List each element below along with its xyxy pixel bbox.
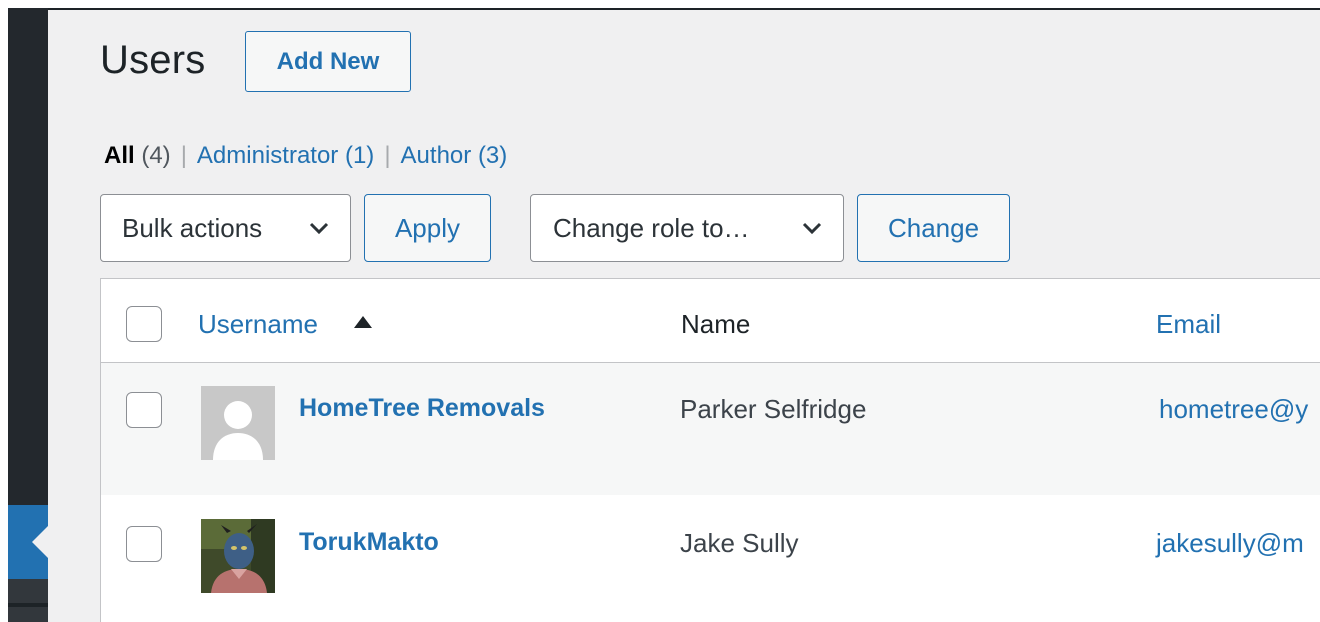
filter-author-label: Author [400, 142, 472, 169]
user-name: Parker Selfridge [680, 394, 867, 424]
column-username[interactable]: Username [198, 309, 318, 340]
chevron-down-icon [802, 222, 822, 235]
change-button[interactable]: Change [857, 194, 1010, 262]
frame-border [8, 8, 1320, 10]
filter-author-count: (3) [477, 142, 508, 169]
user-photo-icon [201, 519, 275, 593]
page-title: Users [100, 38, 206, 82]
role-filter-links: All (4) | Administrator (1) | Author (3) [104, 142, 507, 170]
username-link[interactable]: TorukMakto [299, 528, 439, 557]
sidebar-current-arrow-icon [32, 526, 48, 558]
frame-top [0, 0, 1320, 8]
user-silhouette-icon [201, 386, 275, 460]
change-role-label: Change role to… [553, 212, 750, 243]
filter-all-label: All [104, 142, 135, 169]
change-role-select[interactable]: Change role to… [530, 194, 844, 262]
users-table: Username Name Email HomeTree Removals Pa… [100, 278, 1320, 622]
default-avatar [201, 386, 275, 460]
add-new-button[interactable]: Add New [245, 31, 411, 92]
filter-separator: | [180, 142, 187, 169]
filter-all[interactable]: All (4) [104, 142, 171, 169]
user-email[interactable]: hometree@y [1159, 394, 1308, 425]
column-email[interactable]: Email [1156, 309, 1221, 340]
user-email[interactable]: jakesully@m [1156, 528, 1304, 559]
sidebar-submenu[interactable] [8, 579, 48, 622]
filter-all-count: (4) [141, 142, 171, 169]
username-link[interactable]: HomeTree Removals [299, 394, 545, 423]
filter-separator: | [384, 142, 391, 169]
filter-administrator-count: (1) [344, 142, 375, 169]
apply-button[interactable]: Apply [364, 194, 491, 262]
bulk-actions-label: Bulk actions [122, 212, 263, 243]
row-checkbox[interactable] [126, 392, 162, 428]
photo-avatar [201, 519, 275, 593]
filter-administrator-label: Administrator [196, 142, 339, 169]
column-name: Name [681, 309, 751, 339]
table-row [101, 363, 1320, 495]
sort-ascending-icon [354, 316, 372, 328]
sidebar-submenu-divider [8, 603, 48, 607]
chevron-down-icon [309, 222, 329, 235]
frame-left [0, 0, 8, 622]
table-header: Username Name Email [101, 279, 1320, 363]
user-name: Jake Sully [680, 528, 799, 558]
row-checkbox[interactable] [126, 526, 162, 562]
select-all-checkbox[interactable] [126, 306, 162, 342]
filter-author[interactable]: Author (3) [401, 142, 508, 169]
filter-administrator[interactable]: Administrator (1) [197, 142, 374, 169]
bulk-actions-select[interactable]: Bulk actions [100, 194, 351, 262]
